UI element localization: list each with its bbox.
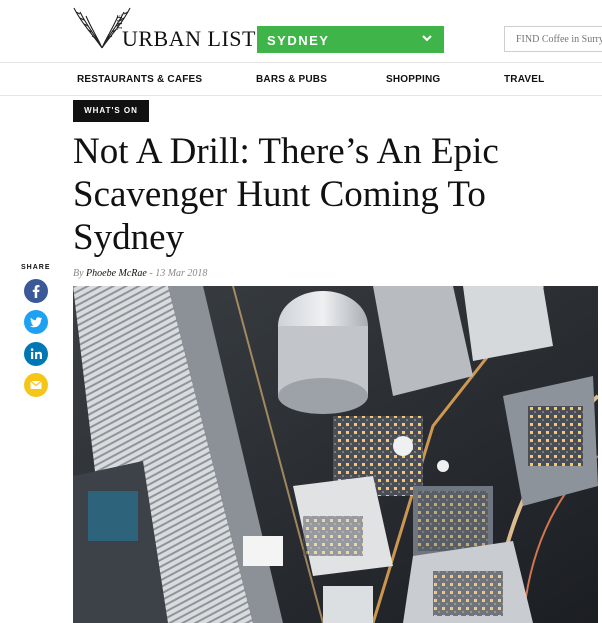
nav-divider xyxy=(0,95,602,96)
byline: By Phoebe McRae - 13 Mar 2018 xyxy=(73,268,207,279)
share-email-button[interactable] xyxy=(24,373,48,397)
hero-image xyxy=(73,286,598,623)
share-twitter-button[interactable] xyxy=(24,310,48,334)
nav-restaurants-cafes[interactable]: RESTAURANTS & CAFES xyxy=(77,74,202,85)
twitter-icon xyxy=(24,310,48,334)
aerial-city-photo xyxy=(73,286,598,623)
share-linkedin-button[interactable] xyxy=(24,342,48,366)
site-header: THE URBAN LIST SYDNEY xyxy=(0,0,602,63)
article-title: Not A Drill: There’s An Epic Scavenger H… xyxy=(73,131,499,258)
share-label: SHARE xyxy=(21,264,51,271)
site-logo[interactable]: THE URBAN LIST xyxy=(72,6,255,52)
nav-travel[interactable]: TRAVEL xyxy=(504,74,544,85)
main-nav: RESTAURANTS & CAFES BARS & PUBS SHOPPING… xyxy=(0,63,602,95)
city-selector[interactable]: SYDNEY xyxy=(257,26,444,53)
logo-name-text: URBAN LIST xyxy=(122,26,256,51)
email-icon xyxy=(24,373,48,397)
share-facebook-button[interactable] xyxy=(24,279,48,303)
chevron-down-icon xyxy=(422,35,432,42)
facebook-icon xyxy=(24,279,48,303)
author-link[interactable]: Phoebe McRae xyxy=(86,268,147,279)
byline-prefix: By xyxy=(73,268,84,279)
linkedin-icon xyxy=(24,342,48,366)
nav-shopping[interactable]: SHOPPING xyxy=(386,74,440,85)
search-input[interactable] xyxy=(504,26,602,52)
category-tag[interactable]: WHAT'S ON xyxy=(73,100,149,122)
publish-date: - 13 Mar 2018 xyxy=(149,268,208,279)
city-label: SYDNEY xyxy=(267,33,330,48)
nav-bars-pubs[interactable]: BARS & PUBS xyxy=(256,74,327,85)
